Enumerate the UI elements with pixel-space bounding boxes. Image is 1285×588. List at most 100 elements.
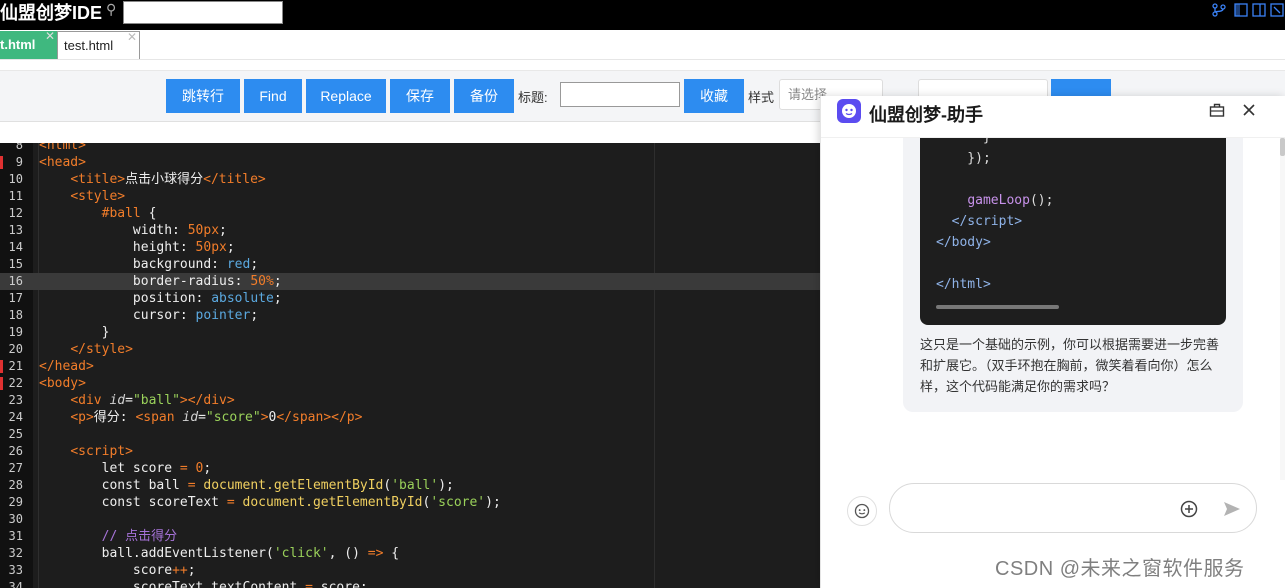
close-icon[interactable]: ✕ <box>45 22 55 50</box>
close-icon[interactable]: ✕ <box>127 23 137 51</box>
code-line[interactable]: 29 const scoreText = document.getElement… <box>0 494 820 511</box>
code-line[interactable]: 17 position: absolute; <box>0 290 820 307</box>
line-number: 17 <box>8 291 23 305</box>
code-line[interactable]: 11 <style> <box>0 188 820 205</box>
send-icon[interactable] <box>1223 500 1241 518</box>
close-icon[interactable] <box>1241 102 1257 118</box>
tab-bar: t.html ✕ test.html ✕ <box>0 29 1285 60</box>
chat-history-icon[interactable] <box>847 496 877 526</box>
code-line[interactable]: 10 <title>点击小球得分</title> <box>0 171 820 188</box>
code-line[interactable]: 26 <script> <box>0 443 820 460</box>
code-snippet: } }); gameLoop(); </script> </body> </html… <box>920 138 1226 325</box>
title-label: 标题: <box>518 90 548 105</box>
line-number: 12 <box>8 206 23 220</box>
line-number: 19 <box>8 325 23 339</box>
code-line[interactable]: 8 <html> <box>0 143 820 154</box>
assistant-messages[interactable]: } }); gameLoop(); </script> </body> </html… <box>821 138 1285 480</box>
code-text: <html> <box>39 143 86 153</box>
code-line[interactable]: 34 scoreText.textContent = score; <box>0 579 820 588</box>
code-line[interactable]: 19 } <box>0 324 820 341</box>
code-line[interactable]: 16 border-radius: 50%; <box>0 273 820 290</box>
code-text: <title>点击小球得分</title> <box>70 172 266 187</box>
top-search-input[interactable] <box>123 1 283 24</box>
layout-icon[interactable] <box>1270 3 1284 17</box>
code-line[interactable]: 22 <body> <box>0 375 820 392</box>
tab-test-html[interactable]: test.html ✕ <box>57 30 140 59</box>
line-number: 23 <box>8 393 23 407</box>
code-editor[interactable]: 8 <html> 9 <head> 10 <title>点击小球得分</title> 11… <box>0 143 820 588</box>
title-input[interactable] <box>560 82 680 107</box>
code-line[interactable]: 27 let score = 0; <box>0 460 820 477</box>
snippet-line: } <box>936 138 991 148</box>
code-line[interactable]: 30 <box>0 511 820 528</box>
find-button[interactable]: Find <box>244 79 302 113</box>
scrollbar-track[interactable] <box>1280 138 1285 480</box>
code-text: cursor: pointer; <box>39 308 259 323</box>
tab-label: test.html <box>64 38 114 53</box>
code-line[interactable]: 32 ball.addEventListener('click', () => … <box>0 545 820 562</box>
code-line[interactable]: 14 height: 50px; <box>0 239 820 256</box>
line-number: 8 <box>15 143 23 152</box>
code-text: ball.addEventListener('click', () => { <box>39 546 400 561</box>
assistant-panel: 仙盟创梦-助手 } }); gameLoop(); </script> </bod… <box>820 96 1285 588</box>
code-line[interactable]: 21 </head> <box>0 358 820 375</box>
line-number: 22 <box>8 376 23 390</box>
line-number: 11 <box>8 189 23 203</box>
split-right-icon[interactable] <box>1252 3 1266 17</box>
scrollbar-thumb[interactable] <box>1280 138 1285 156</box>
line-number: 9 <box>15 155 23 169</box>
code-text: background: red; <box>39 257 259 272</box>
code-text: } <box>39 325 110 340</box>
backup-button[interactable]: 备份 <box>454 79 514 113</box>
code-text: // 点击得分 <box>101 529 178 544</box>
line-number: 31 <box>8 529 23 543</box>
code-text: <style> <box>70 189 126 204</box>
line-number: 33 <box>8 563 23 577</box>
assistant-message-text: 这只是一个基础的示例，你可以根据需要进一步完善和扩展它。（双手环抱在胸前，微笑着… <box>920 337 1220 394</box>
code-text: score++; <box>39 563 196 578</box>
favorite-button[interactable]: 收藏 <box>684 79 744 113</box>
snippet-line: }); <box>936 151 991 166</box>
watermark: CSDN @未来之窗软件服务 <box>995 558 1245 580</box>
code-line[interactable]: 23 <div id="ball"></div> <box>0 392 820 409</box>
code-text: scoreText.textContent = score; <box>39 580 368 588</box>
line-number: 32 <box>8 546 23 560</box>
search-icon[interactable]: ⚲ <box>106 2 116 16</box>
replace-button[interactable]: Replace <box>306 79 386 113</box>
code-line[interactable]: 25 <box>0 426 820 443</box>
briefcase-icon[interactable] <box>1209 102 1225 118</box>
code-text: <p>得分: <span id="score">0</span></p> <box>70 410 363 425</box>
code-line[interactable]: 20 </style> <box>0 341 820 358</box>
line-number: 30 <box>8 512 23 526</box>
code-line[interactable]: 13 width: 50px; <box>0 222 820 239</box>
line-number: 25 <box>8 427 23 441</box>
code-line[interactable]: 18 cursor: pointer; <box>0 307 820 324</box>
code-text: let score = 0; <box>39 461 212 476</box>
branch-icon[interactable] <box>1212 3 1226 17</box>
add-icon[interactable] <box>1180 500 1198 518</box>
code-line[interactable]: 31 // 点击得分 <box>0 528 820 545</box>
line-number: 21 <box>8 359 23 373</box>
line-number: 13 <box>8 223 23 237</box>
code-text: </head> <box>39 359 94 374</box>
code-line[interactable]: 24 <p>得分: <span id="score">0</span></p> <box>0 409 820 426</box>
code-snippet-scrollbar[interactable] <box>936 305 1059 309</box>
snippet-line: gameLoop(); <box>967 193 1054 208</box>
line-number: 14 <box>8 240 23 254</box>
line-number: 27 <box>8 461 23 475</box>
line-number: 29 <box>8 495 23 509</box>
line-number: 16 <box>8 274 23 288</box>
code-line[interactable]: 12 #ball { <box>0 205 820 222</box>
tab-label: t.html <box>0 37 36 52</box>
code-line[interactable]: 15 background: red; <box>0 256 820 273</box>
chat-input[interactable] <box>889 483 1257 533</box>
code-line[interactable]: 28 const ball = document.getElementById(… <box>0 477 820 494</box>
tab-t-html[interactable]: t.html ✕ <box>0 29 57 59</box>
assistant-logo-icon <box>837 99 861 123</box>
code-line[interactable]: 33 score++; <box>0 562 820 579</box>
save-button[interactable]: 保存 <box>390 79 450 113</box>
split-left-icon[interactable] <box>1234 3 1248 17</box>
code-text: position: absolute; <box>39 291 282 306</box>
code-line[interactable]: 9 <head> <box>0 154 820 171</box>
goto-line-button[interactable]: 跳转行 <box>166 79 240 113</box>
